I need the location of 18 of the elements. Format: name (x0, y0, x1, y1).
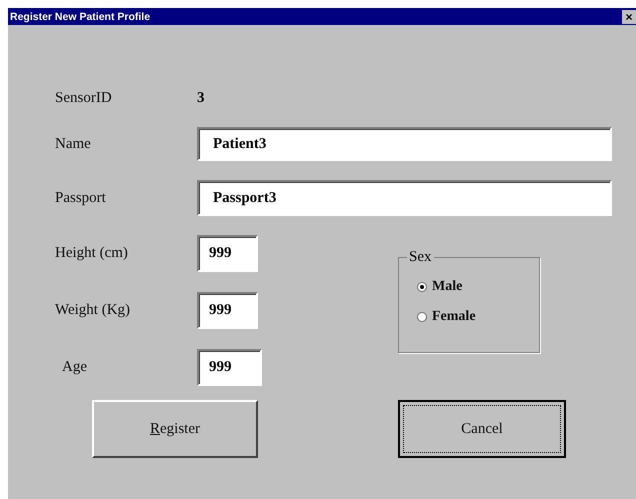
radio-option[interactable]: Male (417, 279, 539, 295)
field-label: SensorID (55, 90, 113, 106)
input-field[interactable]: 999 (197, 349, 262, 386)
field-label: Height (cm) (55, 245, 129, 262)
input-field[interactable]: 999 (197, 292, 258, 329)
close-button[interactable]: × (622, 10, 636, 24)
field-label: Name (55, 136, 92, 152)
input-field[interactable]: 999 (197, 235, 258, 272)
dialog-button[interactable]: Register (92, 400, 258, 458)
input-field[interactable]: Patient3 (197, 127, 612, 161)
field-label: Passport (55, 190, 107, 206)
field-label: Weight (Kg) (55, 302, 132, 319)
field-label: Age (61, 359, 88, 376)
input-field[interactable]: Passport3 (197, 180, 612, 216)
window-title: Register New Patient Profile (10, 10, 150, 22)
sensor-id-value: 3 (197, 90, 204, 106)
dialog-button[interactable]: Cancel (398, 400, 566, 458)
radio-option[interactable]: Female (417, 309, 539, 325)
